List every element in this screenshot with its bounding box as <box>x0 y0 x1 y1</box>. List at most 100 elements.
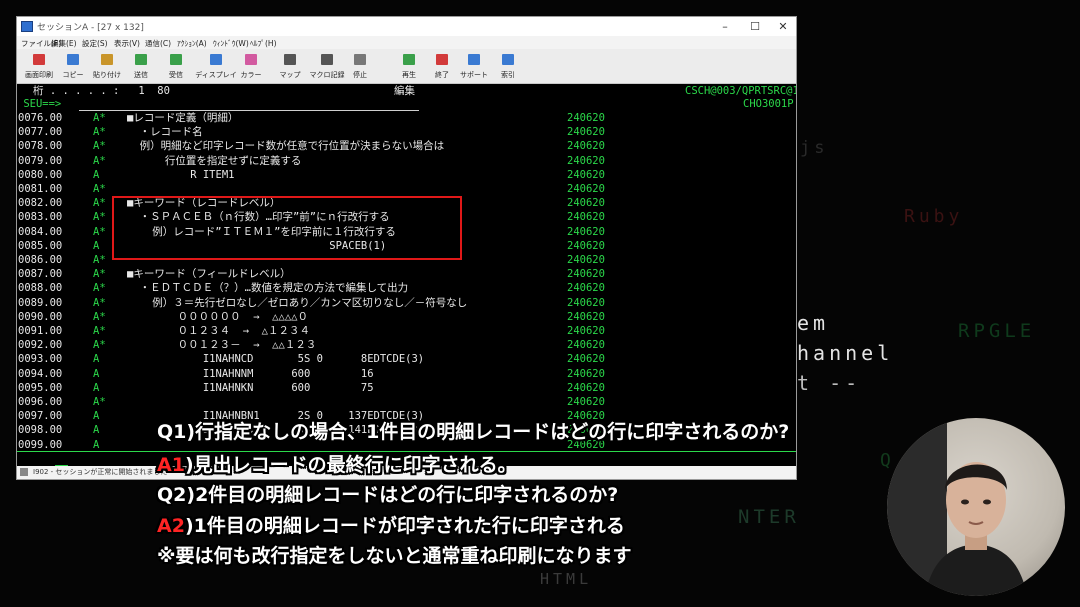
change-date: 240620 <box>567 154 605 167</box>
macro-record-icon <box>321 54 333 65</box>
sequence-number[interactable]: 0092.00 <box>18 339 62 352</box>
source-text[interactable]: ■キーワード（フィールドレベル） <box>127 268 291 281</box>
bg-word-rpgle: RPGLE <box>958 320 1036 342</box>
menu-communication[interactable]: 通信(C) <box>145 38 171 49</box>
source-text[interactable]: 行位置を指定せずに定義する <box>127 155 302 168</box>
menu-window[interactable]: ｳｨﾝﾄﾞｳ(W) <box>213 38 249 49</box>
sequence-number[interactable]: 0077.00 <box>18 126 62 139</box>
source-text[interactable]: I1NAHNCD 5S 0 8EDTCDE(3) <box>127 353 424 366</box>
subtitle-prefix: Q2) <box>157 484 196 506</box>
source-text[interactable]: ００１２３－ → △△１２３ <box>127 339 317 352</box>
change-date: 240620 <box>567 282 605 295</box>
change-date: 240620 <box>567 268 605 281</box>
change-date: 240620 <box>567 339 605 352</box>
subtitle-prefix: A1 <box>157 454 185 476</box>
change-date: 240620 <box>567 239 605 252</box>
sequence-number[interactable]: 0083.00 <box>18 211 62 224</box>
change-date: 240620 <box>567 254 605 266</box>
menu-settings[interactable]: 設定(S) <box>82 38 108 49</box>
source-text[interactable]: ００００００ → △△△△０ <box>127 311 308 324</box>
subtitle-text: ※要は何も改行指定をしないと通常重ね印刷になります <box>157 545 632 567</box>
form-type: A* <box>93 112 106 124</box>
minimize-button[interactable]: – <box>710 17 740 36</box>
subtitle-line: Q2)2件目の明細レコードはどの行に印字されるのか? <box>157 480 618 507</box>
sequence-number[interactable]: 0091.00 <box>18 325 62 338</box>
subtitle-text: )見出レコードの最終行に印字される。 <box>184 454 517 476</box>
send-icon <box>135 54 147 65</box>
form-type: A* <box>93 310 106 323</box>
form-type: A <box>93 353 100 366</box>
command-line[interactable]: MA A <box>17 452 73 466</box>
source-text[interactable]: ■レコード定義（明細） <box>127 112 238 125</box>
paste-icon <box>101 54 113 65</box>
change-date: 240620 <box>567 126 605 139</box>
menu-bar: ファイル(F) 編集(E) 設定(S) 表示(V) 通信(C) ｱｸｼｮﾝ(A)… <box>17 36 796 49</box>
menu-help[interactable]: ﾍﾙﾌﾟ(H) <box>250 38 277 49</box>
sequence-number[interactable]: 0081.00 <box>18 183 62 196</box>
subtitle-line: A2)1件目の明細レコードが印字された行に印字される <box>157 511 625 538</box>
sequence-number[interactable]: 0084.00 <box>18 226 62 239</box>
sequence-number[interactable]: 0086.00 <box>18 254 62 267</box>
change-date: 240620 <box>567 197 605 210</box>
source-text[interactable]: ・ＥＤＴＣＤＥ（？）…数値を規定の方法で編集して出力 <box>127 282 409 295</box>
source-text[interactable]: 例）明細など印字レコード数が任意で行位置が決まらない場合は <box>127 140 445 153</box>
sequence-number[interactable]: 0085.00 <box>18 240 62 253</box>
sequence-number[interactable]: 0099.00 <box>18 439 62 452</box>
source-text[interactable]: ・レコード名 <box>127 126 203 139</box>
change-date: 240620 <box>567 325 605 337</box>
sequence-number[interactable]: 0087.00 <box>18 268 62 281</box>
source-text[interactable]: I1NAHNKN 600 75 <box>127 382 374 395</box>
status-message: I902 - セッションが正常に開始されました <box>33 468 168 476</box>
sequence-number[interactable]: 0097.00 <box>18 410 62 423</box>
menu-edit[interactable]: 編集(E) <box>51 38 77 49</box>
maximize-button[interactable]: ☐ <box>740 17 770 36</box>
form-type: A* <box>93 339 106 352</box>
copy-icon <box>67 54 79 65</box>
source-text[interactable]: R ITEM1 <box>127 169 234 182</box>
play-icon <box>403 54 415 65</box>
sequence-number[interactable]: 0088.00 <box>18 282 62 295</box>
sequence-number[interactable]: 0079.00 <box>18 155 62 168</box>
terminal-screen[interactable]: 桁 . . . . . : 1 80 編集 CSCH@003/QPRTSRC@1… <box>17 84 796 466</box>
sequence-number[interactable]: 0098.00 <box>18 424 62 437</box>
toolbar-index-button[interactable]: 索引 <box>488 51 528 81</box>
toolbar-stop-button[interactable]: 停止 <box>340 51 380 81</box>
sequence-number[interactable]: 0078.00 <box>18 140 62 153</box>
form-type: A* <box>93 211 106 224</box>
form-type: A* <box>93 126 106 139</box>
sequence-number[interactable]: 0094.00 <box>18 368 62 381</box>
title-bar: セッションA - [27 x 132] – ☐ ✕ <box>17 17 796 36</box>
support-icon <box>468 54 480 65</box>
sequence-number[interactable]: 0096.00 <box>18 396 62 409</box>
sequence-number[interactable]: 0089.00 <box>18 297 62 310</box>
toolbar: 画面印刷 コピー 貼り付け 送信 受信 ディスプレイ カラー マップ マクロ記録… <box>17 49 796 84</box>
bg-word-html: HTML <box>540 570 593 588</box>
menu-view[interactable]: 表示(V) <box>114 38 140 49</box>
form-type: A <box>93 410 100 423</box>
subtitle-line: A1)見出レコードの最終行に印字される。 <box>157 450 517 477</box>
change-date: 240620 <box>567 112 605 124</box>
sequence-number[interactable]: 0080.00 <box>18 169 62 182</box>
form-type: A* <box>93 282 106 295</box>
source-text[interactable]: I1NAHNNM 600 16 <box>127 368 374 381</box>
change-date: 240620 <box>567 225 605 238</box>
change-date: 240620 <box>567 211 605 224</box>
source-text[interactable]: ０１２３４ → △１２３４ <box>127 325 310 338</box>
seu-prompt[interactable]: SEU==> <box>17 98 61 111</box>
sequence-number[interactable]: 0093.00 <box>18 353 62 366</box>
sequence-number[interactable]: 0095.00 <box>18 382 62 395</box>
form-type: A* <box>93 254 106 266</box>
source-text[interactable]: 例）３＝先行ゼロなし／ゼロあり／カンマ区切りなし／－符号なし <box>127 297 467 310</box>
sequence-number[interactable]: 0090.00 <box>18 311 62 324</box>
index-icon <box>502 54 514 65</box>
sequence-number[interactable]: 0076.00 <box>18 112 62 125</box>
display-icon <box>210 54 222 65</box>
close-button[interactable]: ✕ <box>768 17 798 36</box>
form-type: A* <box>93 396 106 408</box>
sequence-number[interactable]: 0082.00 <box>18 197 62 210</box>
change-date: 240620 <box>567 310 605 323</box>
status-icon <box>20 468 28 476</box>
highlight-box <box>112 196 462 260</box>
menu-action[interactable]: ｱｸｼｮﾝ(A) <box>177 38 207 49</box>
seu-command-underline <box>79 110 419 111</box>
